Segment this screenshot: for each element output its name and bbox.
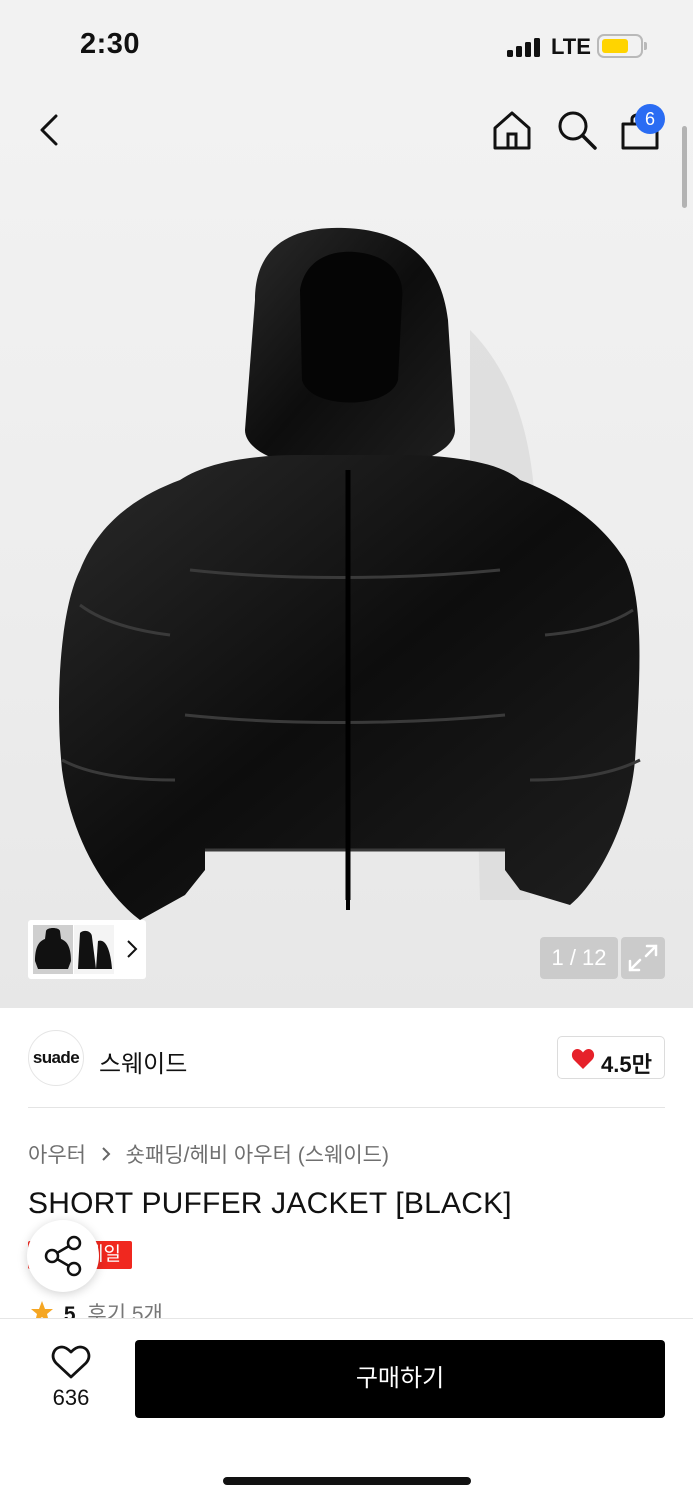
thumbnail-strip[interactable] [28,920,146,979]
breadcrumb-subcategory[interactable]: 숏패딩/헤비 아우터 (스웨이드) [126,1144,389,1167]
home-indicator[interactable] [223,1477,471,1485]
breadcrumb: 아우터 숏패딩/헤비 아우터 (스웨이드) [28,1139,389,1169]
signal-icon [507,37,543,57]
rating-row[interactable]: 5 후기 5개 [30,1298,163,1320]
brand-name[interactable]: 스웨이드 [99,1044,187,1079]
breadcrumb-category[interactable]: 아우터 [28,1144,86,1167]
battery-icon [597,34,647,58]
buy-button[interactable]: 구매하기 [135,1340,665,1418]
network-label: LTE [551,34,591,59]
jacket-image [59,227,641,920]
share-icon [44,1235,82,1277]
product-title: SHORT PUFFER JACKET [BLACK] [28,1187,512,1220]
home-icon[interactable] [490,108,534,152]
back-icon[interactable] [30,110,70,150]
divider [28,1107,665,1108]
product-image[interactable] [0,90,693,1008]
brand-like-button[interactable]: 4.5만 [557,1036,665,1079]
brand-logo[interactable]: suade [28,1030,84,1086]
wish-count: 636 [52,1385,90,1410]
heart-outline-icon[interactable] [51,1344,91,1380]
expand-button[interactable] [621,937,665,979]
chevron-right-icon [100,1144,112,1168]
expand-icon [628,944,658,972]
chevron-right-icon[interactable] [123,937,141,961]
heart-icon [571,1049,595,1069]
thumbnail-front[interactable] [33,925,73,974]
scrollbar[interactable] [682,126,687,208]
status-time: 2:30 [80,28,141,60]
thumbnail-side[interactable] [74,925,114,974]
cart-count-badge: 6 [635,104,665,134]
brand-like-count: 4.5만 [601,1052,652,1077]
status-bar: 2:30 LTE [0,0,693,90]
brand-row[interactable]: suade 스웨이드 4.5만 [28,1030,665,1086]
star-icon [31,1301,53,1320]
image-counter: 1 / 12 [540,937,618,979]
search-icon[interactable] [555,108,599,152]
share-button[interactable] [27,1220,99,1292]
